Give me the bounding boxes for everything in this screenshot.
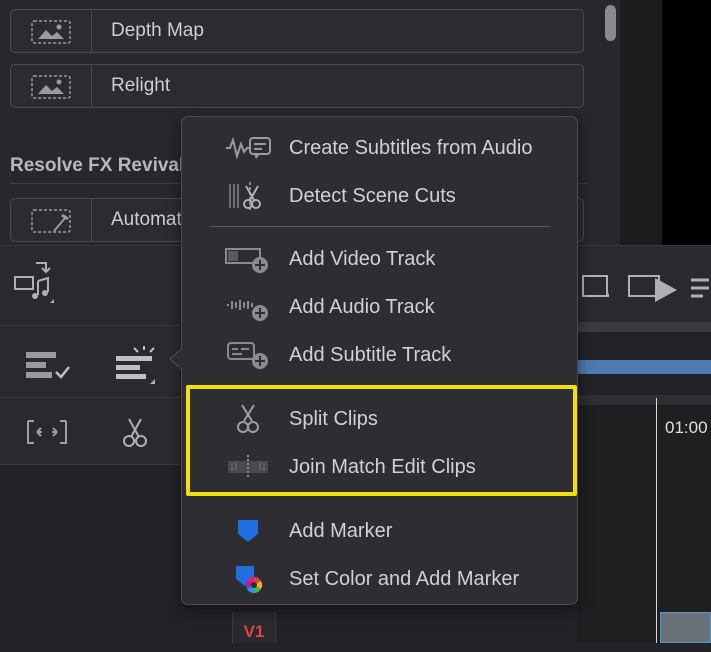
waveform-subtitle-icon (224, 132, 272, 164)
menu-separator (210, 226, 550, 227)
effect-label: Depth Map (111, 20, 204, 41)
effect-item-depth-map[interactable]: Depth Map (10, 9, 584, 53)
add-video-track-icon (224, 243, 272, 275)
timeline-options-icon[interactable] (110, 346, 162, 386)
menu-item-label: Set Color and Add Marker (289, 568, 520, 590)
add-subtitle-track-icon (224, 339, 272, 371)
add-audio-track-icon (224, 291, 272, 323)
track-settings-icon[interactable] (22, 346, 74, 386)
menu-item-label: Detect Scene Cuts (289, 185, 456, 207)
highlight-box (186, 385, 577, 496)
scene-cut-scissors-icon (224, 180, 272, 212)
color-marker-icon (224, 563, 272, 595)
menu-item-add-marker[interactable]: Add Marker (182, 509, 577, 553)
menu-item-label: Create Subtitles from Audio (289, 137, 533, 159)
effect-thumbnail-icon (11, 199, 92, 241)
timecode-label: 01:00 (665, 418, 708, 437)
menu-item-label: Add Video Track (289, 248, 436, 270)
menu-item-label: Add Audio Track (289, 296, 435, 318)
menu-item-label: Add Marker (289, 520, 393, 542)
playhead[interactable] (656, 398, 657, 643)
viewer-area (662, 0, 711, 245)
audio-video-link-icon[interactable] (10, 258, 58, 308)
menu-item-add-subtitle-track[interactable]: Add Subtitle Track (182, 333, 577, 377)
viewer-mode-icon[interactable] (575, 268, 615, 304)
effect-label: Relight (111, 75, 171, 96)
marker-icon (224, 515, 272, 547)
playback-icon[interactable] (625, 268, 711, 308)
blade-tool-icon[interactable] (115, 415, 155, 449)
menu-item-label: Add Subtitle Track (289, 344, 452, 366)
effect-label: Automat (111, 209, 182, 230)
menu-item-set-color-add-marker[interactable]: Set Color and Add Marker (182, 557, 577, 601)
timeline-range-bar[interactable] (577, 360, 711, 374)
effect-thumbnail-icon (11, 65, 92, 107)
trim-mode-icon[interactable] (22, 415, 72, 449)
menu-item-detect-scene-cuts[interactable]: Detect Scene Cuts (182, 174, 577, 218)
video-clip[interactable] (660, 612, 711, 643)
menu-item-add-video-track[interactable]: Add Video Track (182, 237, 577, 281)
menu-pointer-inner (171, 348, 183, 370)
timeline-context-menu: Create Subtitles from Audio Detect Scene… (181, 116, 578, 605)
effect-thumbnail-icon (11, 10, 92, 52)
timeline-ruler[interactable] (577, 395, 711, 405)
menu-item-add-audio-track[interactable]: Add Audio Track (182, 285, 577, 329)
menu-item-create-subtitles[interactable]: Create Subtitles from Audio (182, 126, 577, 170)
scrollbar-thumb[interactable] (605, 5, 616, 41)
effects-group-title[interactable]: Resolve FX Revival (10, 155, 184, 177)
track-label-v1[interactable]: V1 (232, 612, 276, 643)
effect-item-relight[interactable]: Relight (10, 64, 584, 108)
timeline-ruler[interactable] (577, 322, 711, 332)
panel-divider (620, 0, 662, 245)
